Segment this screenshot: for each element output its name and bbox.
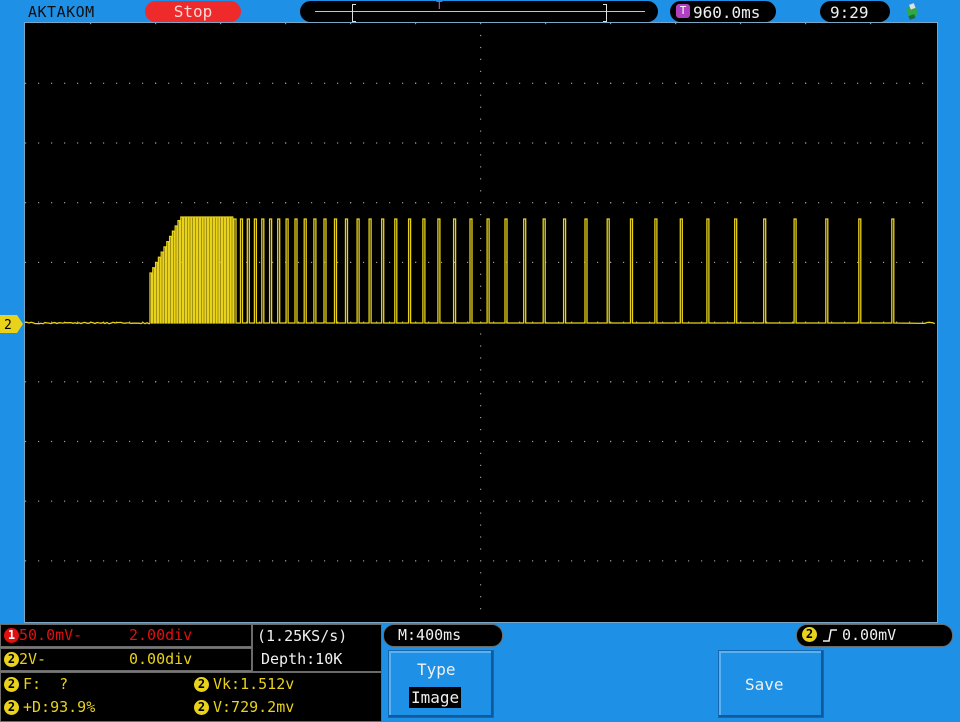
acquisition-info: (1.25KS/s) Depth:10K	[252, 624, 382, 672]
view-window-right-bracket	[603, 4, 607, 22]
measurement-badge: 2	[194, 677, 209, 692]
brand-label: AKTAKOM	[28, 3, 95, 21]
measurement-badge: 2	[194, 700, 209, 715]
measurement-voltage: V:729.2mv	[213, 698, 294, 716]
channel-1-badge: 1	[4, 628, 19, 643]
run-stop-indicator[interactable]: Stop	[145, 1, 241, 22]
channel-marker-label: 2	[4, 318, 12, 333]
channel-2-badge: 2	[4, 652, 19, 667]
channel-2-settings[interactable]: 2 2V- 0.00div	[0, 648, 252, 671]
channel-2-trace	[25, 217, 935, 324]
type-softkey[interactable]: Type Image	[388, 650, 494, 718]
trigger-time-icon: T	[676, 4, 690, 18]
trigger-setting[interactable]: 2 0.00mV	[796, 624, 953, 647]
channel-1-offset: 2.00div	[129, 626, 192, 644]
channel-1-scale: 50.0mV-	[19, 626, 82, 644]
memory-depth: Depth:10K	[261, 650, 342, 668]
trigger-level: 0.00mV	[842, 626, 896, 644]
rising-edge-icon	[822, 628, 838, 643]
type-softkey-label: Type	[417, 660, 456, 679]
channel-1-settings[interactable]: 1 50.0mV- 2.00div	[0, 624, 252, 647]
channel-2-ground-marker[interactable]: 2	[0, 315, 24, 333]
clock-value: 9:29	[830, 3, 869, 22]
sample-rate: (1.25KS/s)	[257, 627, 347, 645]
trigger-source-badge: 2	[802, 627, 817, 642]
trigger-position-marker: T	[436, 1, 443, 11]
channel-2-scale: 2V-	[19, 650, 46, 668]
usb-icon	[904, 3, 922, 21]
timebase-setting[interactable]: M:400ms	[383, 624, 503, 647]
trigger-delay-value: 960.0ms	[693, 3, 760, 22]
view-window-left-bracket	[352, 4, 356, 22]
timebase-value: M:400ms	[398, 626, 461, 644]
measurements-panel: 2 F: ? 2 Vk:1.512v 2 +D:93.9% 2 V:729.2m…	[0, 672, 382, 722]
measurement-frequency: F: ?	[23, 675, 68, 693]
measurement-badge: 2	[4, 700, 19, 715]
measurement-badge: 2	[4, 677, 19, 692]
measurement-vpp: Vk:1.512v	[213, 675, 294, 693]
save-softkey-label: Save	[745, 675, 784, 694]
measurement-duty: +D:93.9%	[23, 698, 95, 716]
channel-2-offset: 0.00div	[129, 650, 192, 668]
waveform-trace-area	[25, 23, 935, 620]
timebase-overview-line	[315, 11, 645, 12]
type-softkey-value: Image	[409, 687, 461, 708]
save-softkey[interactable]: Save	[718, 650, 824, 718]
